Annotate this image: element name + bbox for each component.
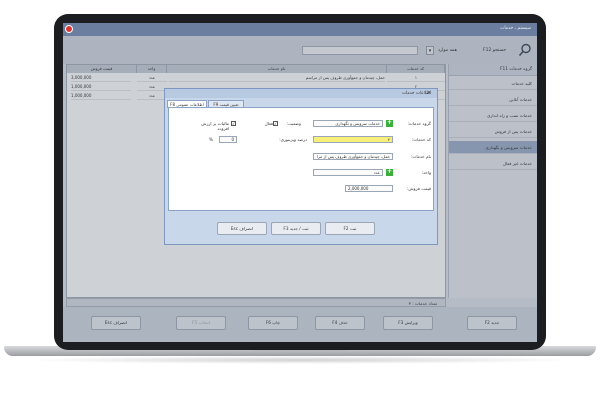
window-title: سیستم ـ خدمات xyxy=(500,26,531,31)
save-button[interactable]: ثبت F2 xyxy=(325,222,375,235)
close-icon[interactable]: ✕ xyxy=(427,90,431,96)
unit-label: واحد: xyxy=(421,170,431,175)
percent-symbol: % xyxy=(209,137,213,142)
add-unit-icon[interactable]: + xyxy=(386,169,393,176)
unit-field[interactable]: عدد xyxy=(313,169,383,176)
app-screen: سیستم ـ خدمات ▾ همه موارد جستجو F12 گروه… xyxy=(63,23,537,342)
name-field[interactable]: حمل، چیدمان و جمع‌آوری ظروف پس از مرا xyxy=(313,153,393,160)
tax-label: مالیات بر ارزش افزوده xyxy=(201,121,229,131)
status-label: وضعیت: xyxy=(286,121,301,126)
status-value: فعال xyxy=(264,121,273,126)
group-field[interactable]: خدمات سرویس و نگهداری xyxy=(313,120,383,127)
tax-checkbox[interactable]: ✓ xyxy=(231,121,236,126)
code-field[interactable]: ۴ xyxy=(313,136,393,143)
discount-field[interactable]: 0 xyxy=(219,136,237,143)
price-field[interactable]: 2,000,000 xyxy=(345,185,393,192)
code-label: کد خدمات: xyxy=(411,137,431,142)
close-icon[interactable] xyxy=(65,25,73,33)
add-group-icon[interactable]: + xyxy=(386,120,393,127)
general-panel: گروه خدمات: + خدمات سرویس و نگهداری کد خ… xyxy=(168,107,434,211)
save-new-button[interactable]: ثبت / جدید F3 xyxy=(271,222,321,235)
price-label: قیمت فروش: xyxy=(407,186,431,191)
dialog-title: اطلاعات خدمات xyxy=(165,89,437,98)
status-checkbox[interactable]: ✓ xyxy=(273,121,278,126)
discount-label: درصد ویزیتوری: xyxy=(279,137,307,142)
service-dialog: اطلاعات خدمات ✕ اطلاعات عمومی F8 تعیین ق… xyxy=(164,88,438,245)
dialog-cancel-button[interactable]: انصراف Esc xyxy=(217,222,267,235)
laptop-shadow xyxy=(20,356,580,364)
title-bar: سیستم ـ خدمات xyxy=(63,23,537,36)
name-label: نام خدمات: xyxy=(410,154,431,159)
group-label: گروه خدمات: xyxy=(407,121,431,126)
